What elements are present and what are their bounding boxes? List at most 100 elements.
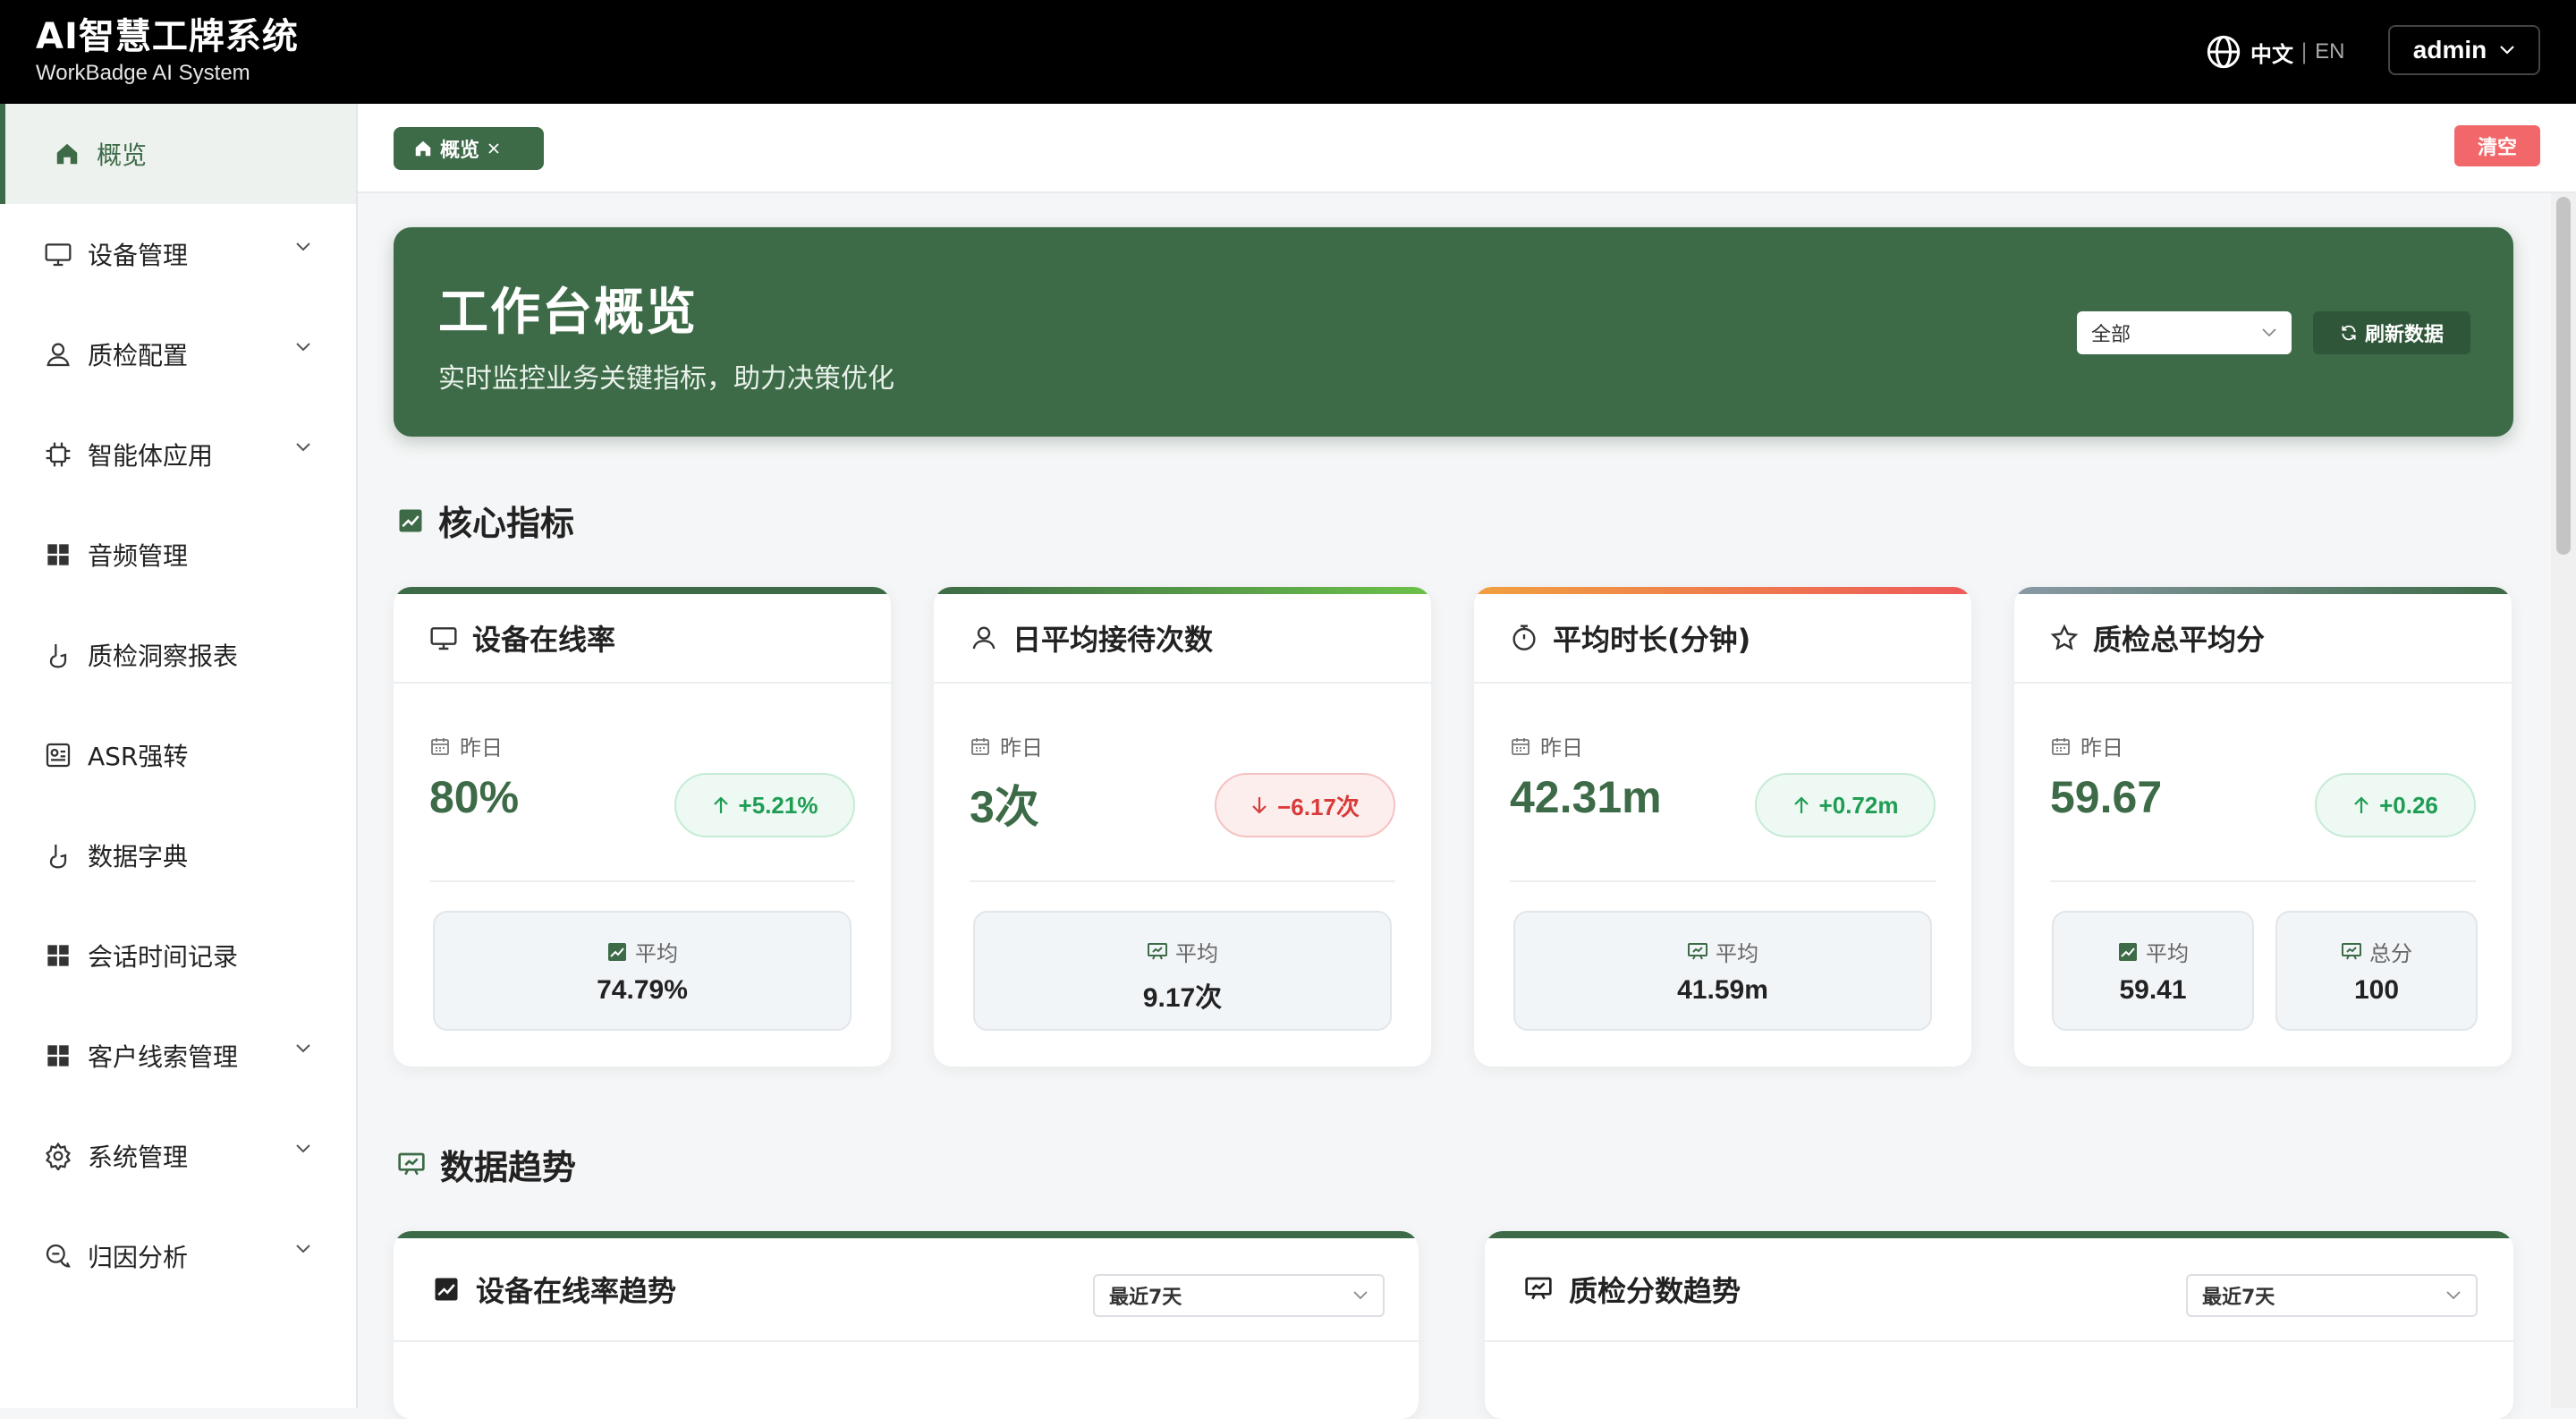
board-icon [397,1151,426,1179]
card-header: 质检总平均分 [2014,594,2512,684]
sidebar-item-leads[interactable]: 客户线索管理 [0,1006,356,1106]
sidebar: 概览 设备管理 质检配置 智能体应用 音频管理 质检洞察报表 ASR强转 数据字… [0,104,358,1408]
trend-icon [433,1276,460,1303]
scope-select[interactable]: 全部 [2077,311,2292,354]
chevron-down-icon [295,442,311,453]
stat-label: 平均 [2054,936,2252,967]
chevron-down-icon [295,242,311,252]
lang-separator: | [2301,39,2309,64]
section-data-trends: 数据趋势 [397,1140,576,1189]
username: admin [2412,36,2487,64]
chevron-down-icon [2499,45,2515,55]
trend-card-qc-score: 质检分数趋势 最近7天 [1485,1231,2513,1419]
chip-icon [43,439,73,470]
sidebar-item-label: ASR强转 [88,742,189,771]
overview-banner: 工作台概览 实时监控业务关键指标，助力决策优化 全部 刷新数据 [394,227,2513,437]
brand[interactable]: AI智慧工牌系统 WorkBadge AI System [36,14,299,88]
monitor-icon [43,239,73,269]
card-title: 设备在线率 [472,623,616,657]
timer-icon [1510,624,1538,652]
sidebar-item-dictionary[interactable]: 数据字典 [0,805,356,905]
stat-label: 总分 [2277,936,2476,967]
board-icon [1147,941,1168,963]
clear-tabs-button[interactable]: 清空 [2454,125,2540,166]
stat-average: 平均 9.17次 [973,911,1392,1031]
metric-value: 3次 [970,782,1039,832]
metric-card-avg-duration: 平均时长(分钟) 昨日 42.31m +0.72m 平均 41.59m [1474,587,1971,1066]
refresh-data-button[interactable]: 刷新数据 [2313,311,2470,354]
arrow-up-icon [712,795,730,815]
chevron-down-icon [295,342,311,353]
brand-title: AI智慧工牌系统 [36,16,299,57]
tab-overview[interactable]: 概览 [394,127,544,170]
sidebar-item-label: 会话时间记录 [88,942,239,972]
stat-label-text: 平均 [635,941,678,966]
card-title: 设备在线率趋势 [476,1274,677,1308]
sidebar-item-overview[interactable]: 概览 [0,104,356,204]
delta-value: +0.72m [1818,791,1899,819]
sidebar-item-device[interactable]: 设备管理 [0,204,356,304]
scope-select-value: 全部 [2091,324,2131,346]
stat-label-text: 总分 [2369,941,2412,966]
range-select[interactable]: 最近7天 [2186,1274,2478,1317]
section-core-metrics: 核心指标 [397,496,574,545]
period-label: 昨日 [970,730,1043,761]
close-icon[interactable] [487,141,501,156]
star-icon [2050,624,2079,652]
sidebar-item-qc-report[interactable]: 质检洞察报表 [0,605,356,705]
chevron-down-icon [295,1244,311,1254]
monitor-icon [429,624,458,652]
sidebar-item-agent-apps[interactable]: 智能体应用 [0,404,356,505]
stat-average: 平均 59.41 [2052,911,2254,1031]
sidebar-item-label: 数据字典 [88,842,189,871]
card-accent [1474,587,1971,594]
metric-card-qc-score: 质检总平均分 昨日 59.67 +0.26 平均 59.41 总分 100 [2014,587,2512,1066]
lang-chinese[interactable]: 中文 [2250,37,2293,68]
user-icon [970,624,998,652]
grid-icon [43,940,73,971]
sidebar-item-system[interactable]: 系统管理 [0,1106,356,1206]
card-header: 设备在线率趋势 最近7天 [394,1238,1419,1342]
metric-card-online-rate: 设备在线率 昨日 80% +5.21% 平均 74.79% [394,587,891,1066]
scrollbar-thumb[interactable] [2556,197,2571,555]
board-icon [1687,941,1708,963]
calendar-icon [970,735,991,757]
chevron-down-icon [1352,1290,1368,1301]
stat-label-text: 平均 [1175,941,1218,966]
sidebar-item-label: 质检洞察报表 [88,642,239,671]
card-accent [1485,1231,2513,1238]
card-title: 日平均接待次数 [1013,623,1214,657]
divider [970,880,1395,882]
metric-value: 59.67 [2050,772,2163,822]
range-select[interactable]: 最近7天 [1093,1274,1385,1317]
chevron-down-icon [295,1143,311,1154]
sidebar-item-label: 质检配置 [88,341,189,370]
sidebar-item-qc-config[interactable]: 质检配置 [0,304,356,404]
delta-value: −6.17次 [1277,793,1360,820]
trend-icon [397,507,424,534]
chevron-down-icon [295,1043,311,1054]
sidebar-item-session-log[interactable]: 会话时间记录 [0,905,356,1006]
stat-label-text: 平均 [2146,941,2189,966]
user-menu-button[interactable]: admin [2388,25,2540,75]
card-header: 设备在线率 [394,594,891,684]
delta-badge: +0.72m [1755,773,1936,837]
language-switch[interactable]: 中文 | EN [2206,32,2344,72]
trend-icon [2117,941,2139,963]
sidebar-item-audio[interactable]: 音频管理 [0,505,356,605]
stat-value: 100 [2353,975,2400,1005]
divider [1510,880,1936,882]
stat-value: 59.41 [2119,975,2187,1005]
card-accent [394,1231,1419,1238]
stat-value: 74.79% [597,975,688,1005]
sidebar-item-attribution[interactable]: 归因分析 [0,1206,356,1306]
period-text: 昨日 [1000,735,1043,760]
sidebar-item-asr[interactable]: ASR强转 [0,705,356,805]
sidebar-item-label: 智能体应用 [88,441,214,471]
lang-english[interactable]: EN [2315,39,2344,64]
card-accent [934,587,1431,594]
globe-icon [2206,34,2250,70]
period-label: 昨日 [2050,730,2123,761]
arrow-down-icon [1250,795,1268,815]
gear-icon [43,1141,73,1171]
